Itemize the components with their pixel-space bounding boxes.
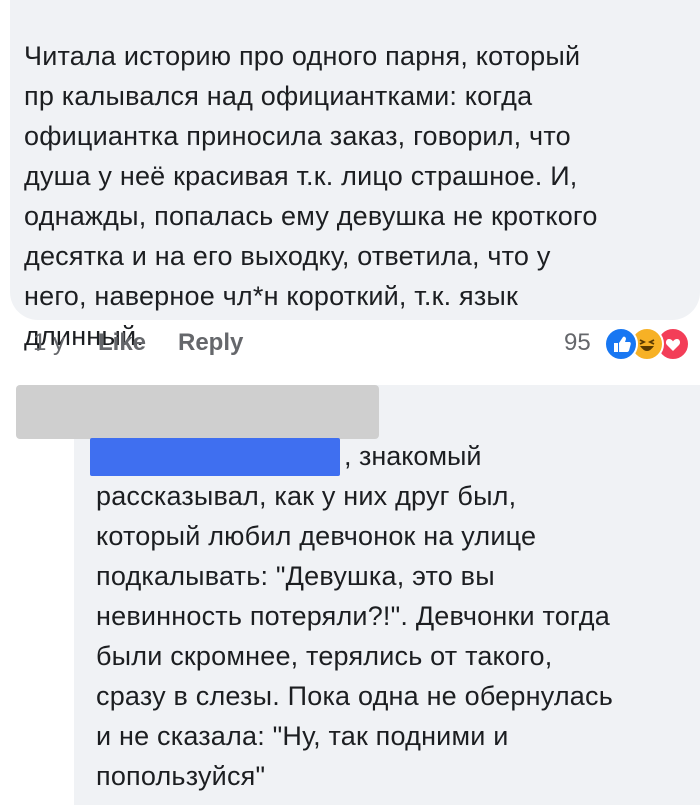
comment-line: который любил девчонок на улице — [96, 521, 537, 551]
comment-1-actions: 1 y Like Reply 95 — [0, 325, 700, 365]
redacted-author-name — [16, 385, 379, 439]
comment-line: однажды, попалась ему девушка не кротког… — [24, 201, 598, 231]
comment-line: были скромнее, терялись от такого, — [96, 641, 553, 671]
reply-button[interactable]: Reply — [178, 329, 243, 357]
comment-line: официантка приносила заказ, говорил, что — [24, 121, 571, 151]
comment-timestamp[interactable]: 1 y — [33, 329, 65, 357]
comment-line: рассказывал, как у них друг был, — [96, 481, 517, 511]
comment-line: душа у неё красивая т.к. лицо страшное. … — [24, 161, 578, 191]
redacted-mention — [90, 438, 340, 476]
comment-line: пр калывался над официантками: когда — [24, 81, 533, 111]
reaction-count[interactable]: 95 — [564, 329, 591, 357]
comment-line: сразу в слезы. Пока одна не обернулась — [96, 681, 613, 711]
comment-line: , знакомый — [344, 441, 482, 471]
comment-line: десятка и на его выходку, ответила, что … — [24, 241, 551, 271]
reactions-summary[interactable] — [604, 325, 700, 361]
like-button[interactable]: Like — [98, 329, 146, 357]
comment-line: Читала историю про одного парня, который — [24, 41, 581, 71]
comment-line: попользуйся" — [96, 761, 266, 791]
comment-2-text: рассказывал, как у них друг был, который… — [96, 476, 613, 796]
like-icon — [604, 327, 638, 361]
comment-1-text: Читала историю про одного парня, который… — [24, 36, 598, 356]
comment-line: него, наверное чл*н короткий, т.к. язык — [24, 281, 519, 311]
comment-line: и не сказала: "Ну, так подними и — [96, 721, 509, 751]
comment-line: подкалывать: "Девушка, это вы — [96, 561, 495, 591]
comment-line: невинность потеряли?!". Девчонки тогда — [96, 601, 610, 631]
